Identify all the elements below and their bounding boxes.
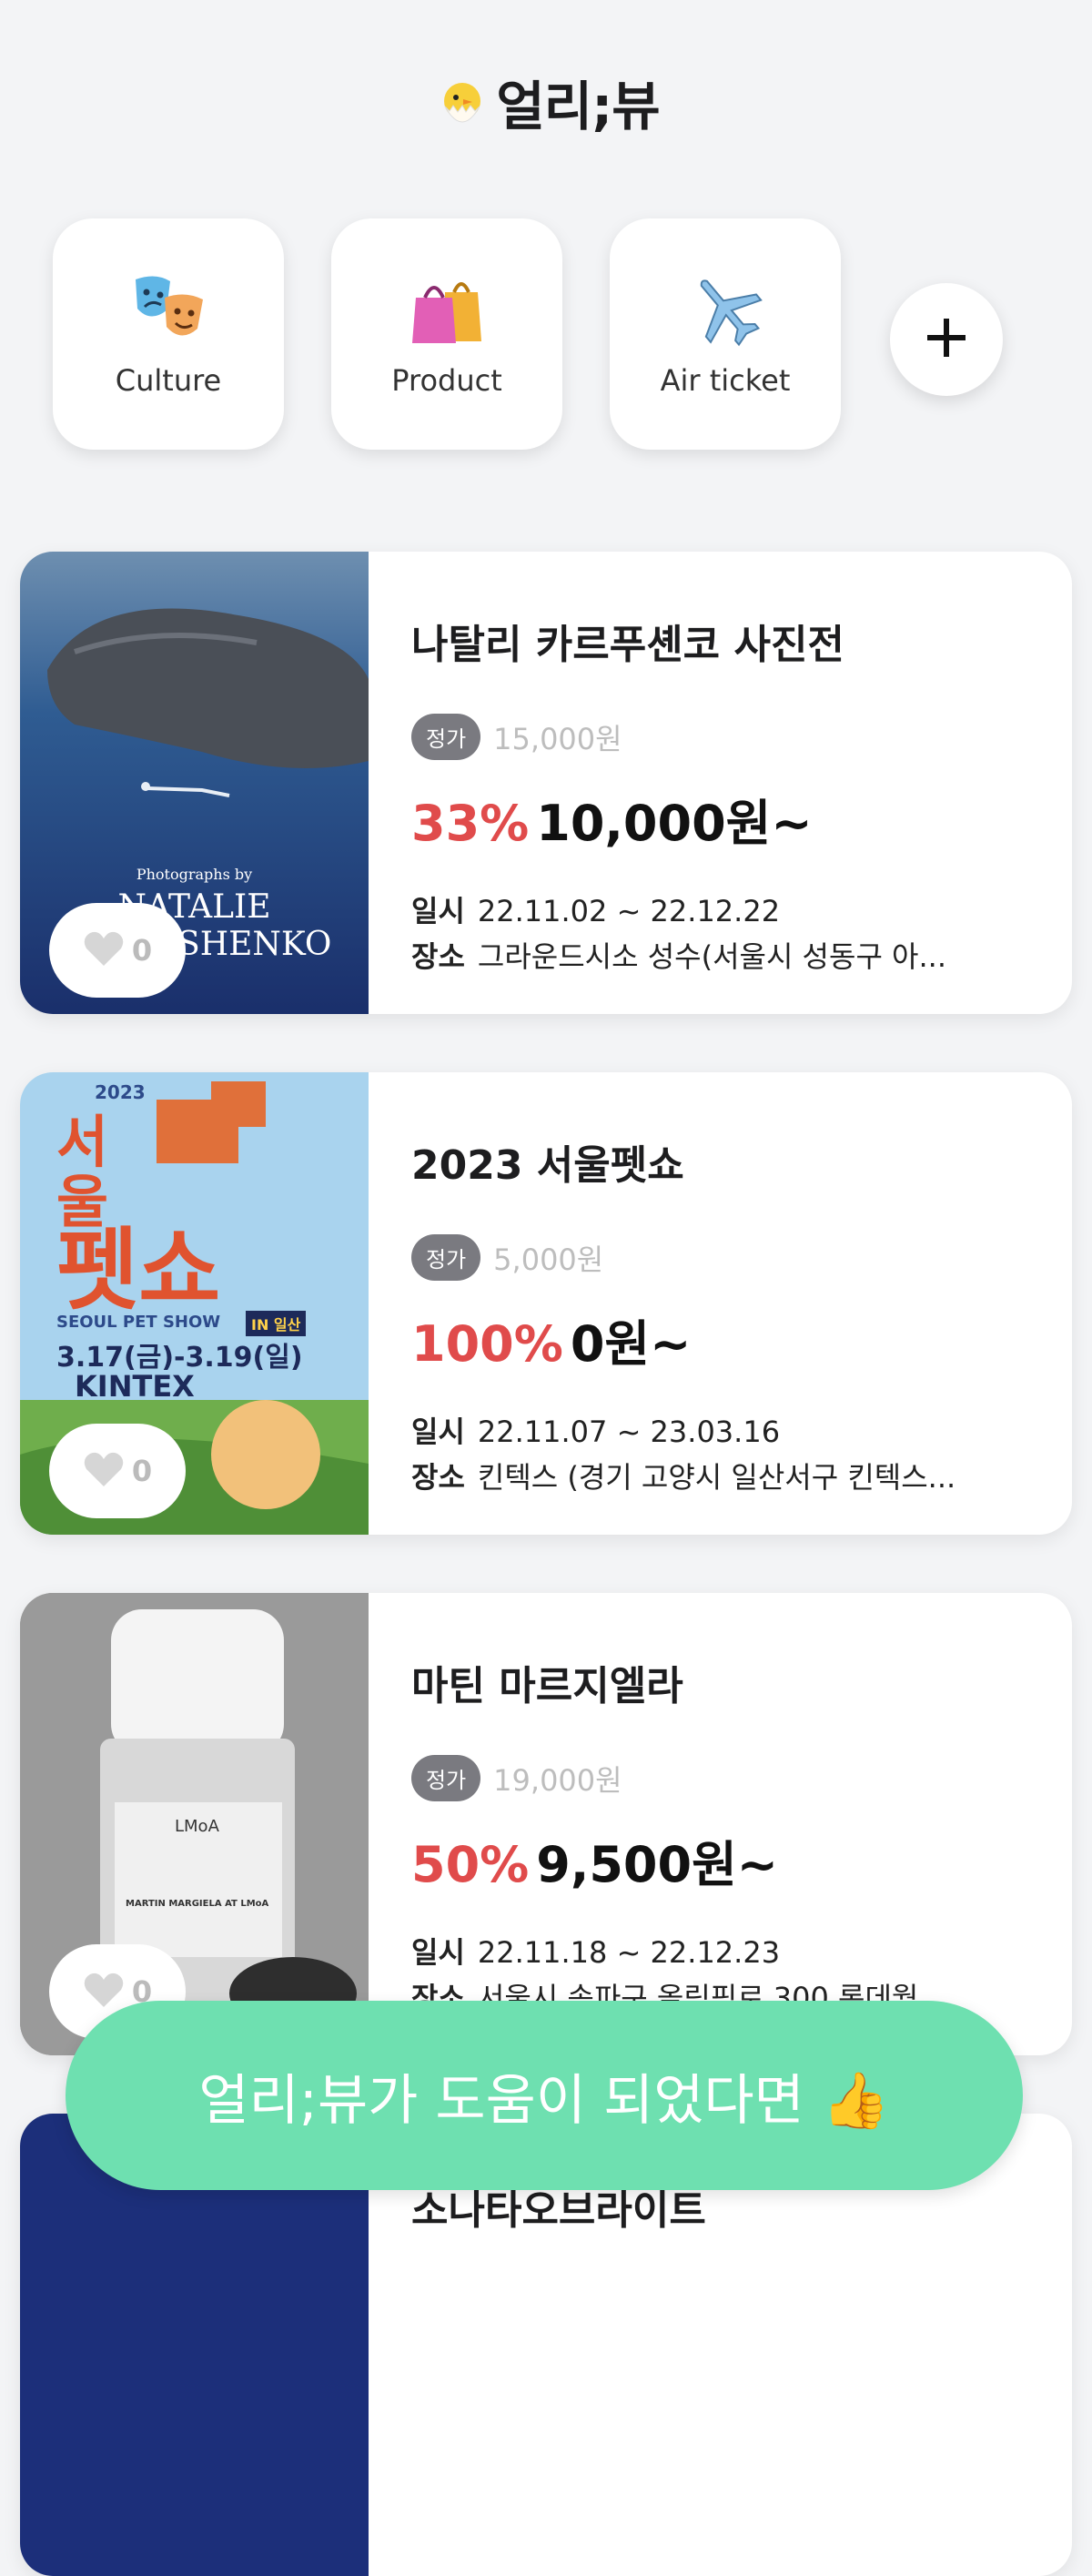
- poster-venue: KINTEX: [75, 1369, 195, 1404]
- listing-card[interactable]: Photographs by NATALIE KARPUSHENKO 0 나탈리…: [20, 552, 1072, 1014]
- feedback-banner-label: 얼리;뷰가 도움이 되었다면 👍: [198, 2068, 890, 2133]
- shopping-bags-icon: [409, 270, 485, 350]
- app-logo: 얼리;뷰: [0, 64, 1092, 147]
- price-badge: 정가: [411, 714, 481, 760]
- discount-percent: 50%: [411, 1836, 530, 1893]
- category-label: Culture: [115, 363, 222, 398]
- sale-price: 0원~: [570, 1315, 692, 1373]
- place-label: 장소: [411, 1460, 465, 1495]
- like-button[interactable]: 0: [49, 903, 186, 998]
- listing-title: 나탈리 카르푸셴코 사진전: [411, 622, 844, 668]
- place-text: 킨텍스 (경기 고양시 일산서구 킨텍스...: [477, 1460, 956, 1495]
- feedback-banner-button[interactable]: 얼리;뷰가 도움이 되었다면 👍: [66, 2001, 1023, 2190]
- like-count: 0: [131, 1454, 153, 1488]
- category-label: Product: [391, 363, 502, 398]
- plus-icon: [924, 315, 969, 364]
- original-price: 15,000원: [493, 721, 622, 756]
- heart-icon: [83, 1971, 125, 2013]
- product-label: MARTIN MARGIELA AT LMoA: [126, 1899, 269, 1909]
- like-count: 0: [131, 933, 153, 968]
- place-text: 그라운드시소 성수(서울시 성동구 아...: [477, 939, 947, 974]
- sale-price: 9,500원~: [536, 1836, 778, 1893]
- original-price: 19,000원: [493, 1762, 622, 1798]
- price-badge: 정가: [411, 1755, 481, 1801]
- date-label: 일시: [411, 894, 465, 928]
- listing-card[interactable]: 2023 서울 펫쇼 SEOUL PET SHOW IN 일산 3.17(금)-…: [20, 1072, 1072, 1535]
- date-label: 일시: [411, 1935, 465, 1970]
- original-price: 5,000원: [493, 1242, 604, 1277]
- date-label: 일시: [411, 1415, 465, 1449]
- poster-title-petshow: 펫쇼: [56, 1219, 221, 1323]
- airplane-icon: [687, 270, 763, 350]
- like-button[interactable]: 0: [49, 1424, 186, 1518]
- listing-title: 마틴 마르지엘라: [411, 1663, 683, 1709]
- price-badge: 정가: [411, 1234, 481, 1281]
- date-range: 22.11.18 ~ 22.12.23: [477, 1935, 781, 1970]
- poster-subtitle: SEOUL PET SHOW: [56, 1313, 221, 1332]
- hatching-chick-icon: [432, 74, 492, 147]
- poster-caption: Photographs by: [136, 866, 253, 883]
- theater-masks-icon: [130, 270, 207, 350]
- category-culture-button[interactable]: Culture: [53, 218, 284, 450]
- poster-location-tag: IN 일산: [246, 1311, 307, 1336]
- add-category-button[interactable]: [890, 283, 1003, 396]
- heart-icon: [83, 1450, 125, 1492]
- product-brand: LMoA: [175, 1817, 219, 1836]
- discount-percent: 100%: [411, 1315, 563, 1373]
- discount-percent: 33%: [411, 795, 530, 852]
- place-label: 장소: [411, 939, 465, 974]
- date-range: 22.11.07 ~ 23.03.16: [477, 1415, 781, 1449]
- date-range: 22.11.02 ~ 22.12.22: [477, 894, 781, 928]
- listing-card[interactable]: LMoA MARTIN MARGIELA AT LMoA 0 마틴 마르지엘라 …: [20, 1593, 1072, 2055]
- category-label: Air ticket: [660, 363, 791, 398]
- heart-icon: [83, 929, 125, 971]
- category-product-button[interactable]: Product: [331, 218, 562, 450]
- sale-price: 10,000원~: [536, 795, 813, 852]
- app-title: 얼리;뷰: [496, 76, 660, 137]
- listing-title: 2023 서울펫쇼: [411, 1142, 684, 1189]
- poster-year: 2023: [95, 1081, 146, 1103]
- category-air-ticket-button[interactable]: Air ticket: [610, 218, 841, 450]
